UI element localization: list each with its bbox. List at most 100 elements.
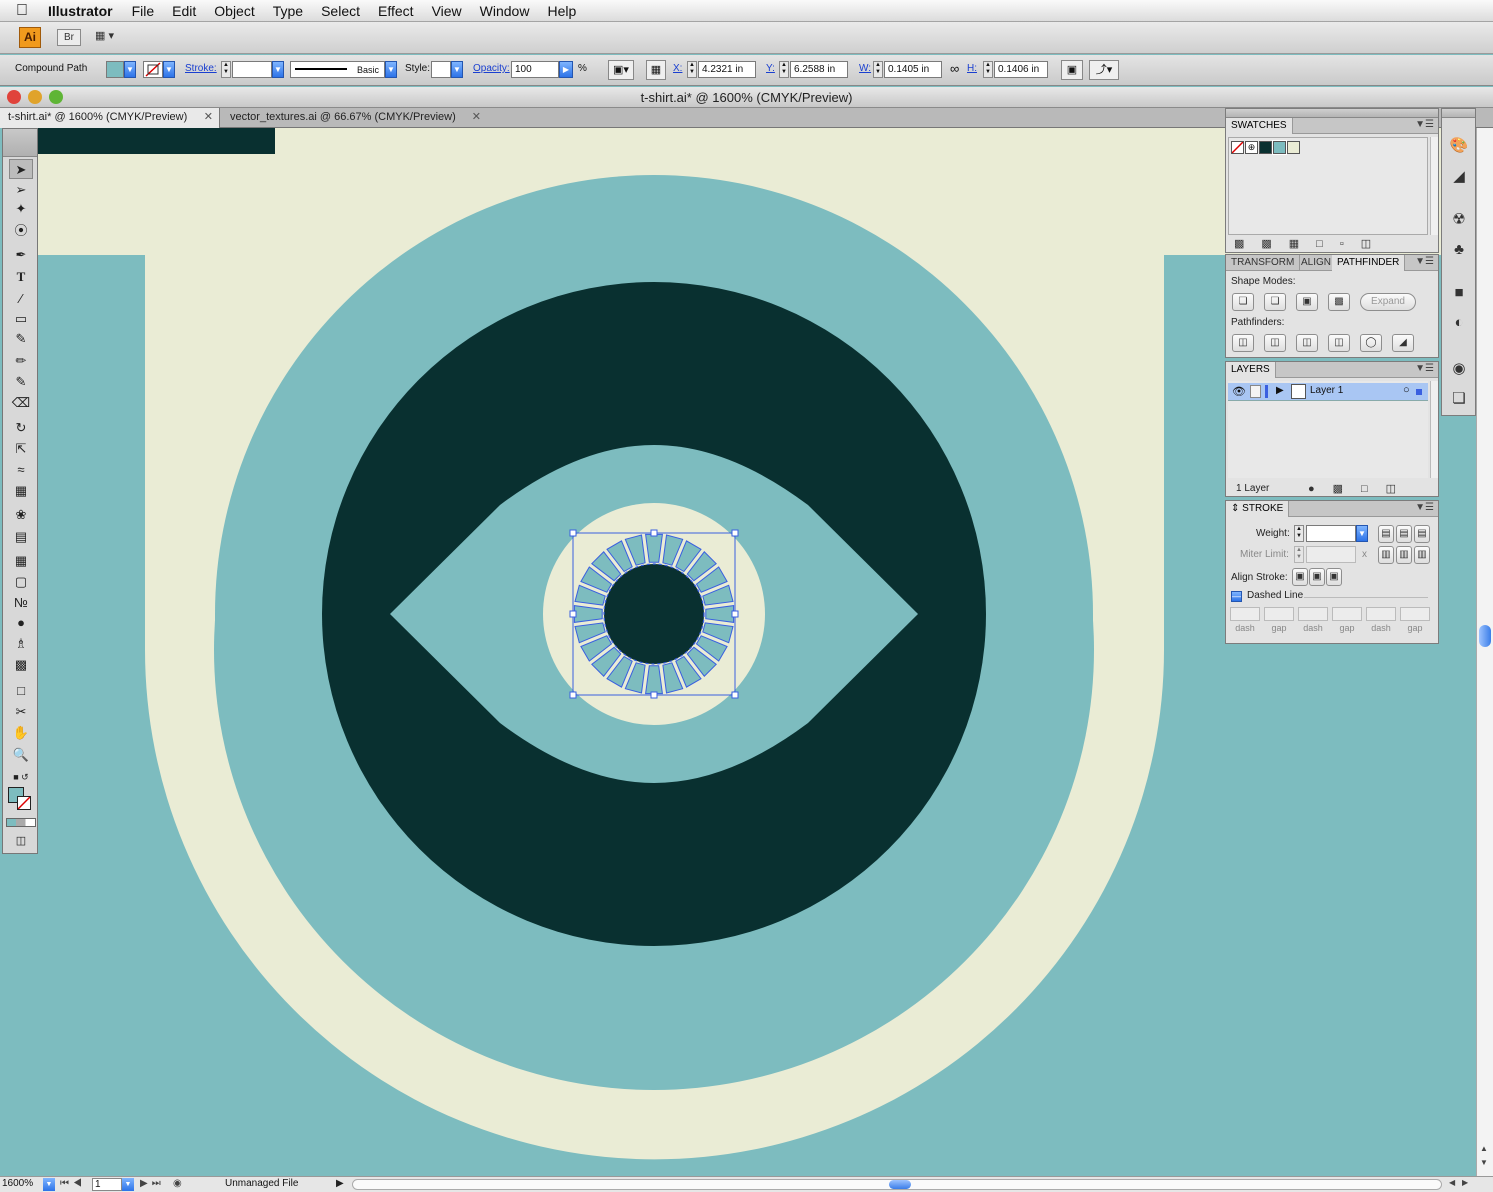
brush-definition-field[interactable]: Basic <box>290 61 385 78</box>
stroke-weight-field[interactable] <box>232 61 272 78</box>
align-outside-icon[interactable]: ▣ <box>1326 568 1342 586</box>
tools-panel-header[interactable] <box>3 129 37 157</box>
transparency-icon[interactable]: ◐ <box>1449 313 1469 333</box>
tab-pathfinder[interactable]: PATHFINDER <box>1332 255 1406 271</box>
lock-toggle-icon[interactable] <box>1250 385 1261 398</box>
divide-icon[interactable]: ◫ <box>1232 334 1254 352</box>
selection-indicator-icon[interactable] <box>1416 389 1422 395</box>
panel-menu-icon[interactable]: ▼☰ <box>1415 502 1434 513</box>
weight-field[interactable] <box>1306 525 1356 542</box>
y-stepper[interactable]: ▲ ▼ <box>779 61 789 78</box>
stroke-dropdown-icon[interactable]: ▼ <box>163 61 175 78</box>
dash-field[interactable] <box>1366 607 1396 621</box>
warp-tool-icon[interactable]: ≈ <box>9 460 33 480</box>
rectangle-tool-icon[interactable]: ▭ <box>9 309 33 329</box>
magic-wand-tool-icon[interactable]: ✦ <box>9 199 33 219</box>
expand-button[interactable]: Expand <box>1360 293 1416 311</box>
rotate-tool-icon[interactable]: ↻ <box>9 418 33 438</box>
apple-icon[interactable]:  <box>0 2 44 20</box>
artboard-dropdown-icon[interactable]: ▼ <box>122 1178 134 1191</box>
line-tool-icon[interactable]: ∕ <box>9 289 33 309</box>
selection-tool-icon[interactable]: ➤ <box>9 159 33 179</box>
stroke-weight-stepper[interactable]: ▲ ▼ <box>221 61 231 78</box>
miter-join-icon[interactable]: ▥ <box>1378 546 1394 564</box>
fill-color-swatch[interactable] <box>106 61 124 78</box>
h-link[interactable]: H: <box>967 63 977 74</box>
scale-tool-icon[interactable]: ⇱ <box>9 439 33 459</box>
dark-top-bar[interactable] <box>38 128 275 154</box>
unite-icon[interactable]: ❏ <box>1232 293 1254 311</box>
zoom-dropdown-icon[interactable]: ▼ <box>43 1178 55 1191</box>
gap-field[interactable] <box>1332 607 1362 621</box>
opacity-slider-icon[interactable]: ▶ <box>559 61 573 78</box>
column-graph-tool-icon[interactable]: ▤ <box>9 527 33 547</box>
x-stepper[interactable]: ▲ ▼ <box>687 61 697 78</box>
h-stepper[interactable]: ▲ ▼ <box>983 61 993 78</box>
menu-edit[interactable]: Edit <box>163 3 205 19</box>
menu-type[interactable]: Type <box>264 3 312 19</box>
layer-row[interactable]: 👁 ▶ Layer 1 ○ <box>1228 383 1428 401</box>
w-field[interactable]: 0.1405 in <box>884 61 942 78</box>
layers-footer-icons[interactable]: ●▩□◫ <box>1308 482 1414 495</box>
horizontal-scroll-thumb[interactable] <box>889 1180 911 1189</box>
symbols-icon[interactable]: ♣ <box>1449 240 1469 260</box>
minus-front-icon[interactable]: ❏ <box>1264 293 1286 311</box>
exclude-icon[interactable]: ▩ <box>1328 293 1350 311</box>
brushes-icon[interactable]: ☢ <box>1449 210 1469 230</box>
pen-tool-icon[interactable]: ✒ <box>9 245 33 265</box>
eye-visibility-icon[interactable]: 👁 <box>1232 385 1246 398</box>
swatches-scrollbar[interactable] <box>1430 137 1438 235</box>
trim-icon[interactable]: ◫ <box>1264 334 1286 352</box>
arrange-documents-button[interactable]: ▦ ▾ <box>95 29 129 46</box>
close-tab-icon[interactable]: ✕ <box>472 108 481 127</box>
dash-field[interactable] <box>1298 607 1328 621</box>
w-stepper[interactable]: ▲ ▼ <box>873 61 883 78</box>
intersect-icon[interactable]: ▣ <box>1296 293 1318 311</box>
scroll-down-arrow-icon[interactable]: ▼ <box>1480 1158 1488 1167</box>
dock-collapse-bar[interactable] <box>1442 109 1475 118</box>
projecting-cap-icon[interactable]: ▤ <box>1414 525 1430 543</box>
menu-file[interactable]: File <box>123 3 164 19</box>
screen-mode-icon[interactable]: ◫ <box>9 831 33 851</box>
panel-menu-icon[interactable]: ▼☰ <box>1415 256 1434 267</box>
style-dropdown-icon[interactable]: ▼ <box>451 61 463 78</box>
tab-layers[interactable]: LAYERS <box>1226 362 1276 378</box>
bevel-join-icon[interactable]: ▥ <box>1414 546 1430 564</box>
panel-menu-icon[interactable]: ▼☰ <box>1415 119 1434 130</box>
zoom-tool-icon[interactable]: 🔍 <box>9 745 33 765</box>
appearance-icon[interactable]: ◉ <box>1449 359 1469 379</box>
menu-select[interactable]: Select <box>312 3 369 19</box>
pencil-tool-icon[interactable]: ✏ <box>9 351 33 371</box>
gradient-icon[interactable]: ■ <box>1449 283 1469 303</box>
lasso-tool-icon[interactable]: ⦿ <box>9 221 33 241</box>
y-field[interactable]: 6.2588 in <box>790 61 848 78</box>
tab-swatches[interactable]: SWATCHES <box>1226 118 1293 134</box>
isolate-group-icon[interactable]: ▣ <box>1061 60 1083 80</box>
select-similar-icon[interactable]: ⤴▾ <box>1089 60 1119 80</box>
slice-tool-icon[interactable]: ✂ <box>9 702 33 722</box>
type-tool-icon[interactable]: T <box>9 267 33 287</box>
free-transform-tool-icon[interactable]: ▦ <box>9 481 33 501</box>
round-join-icon[interactable]: ▥ <box>1396 546 1412 564</box>
weight-stepper[interactable]: ▲ ▼ <box>1294 525 1304 542</box>
align-inside-icon[interactable]: ▣ <box>1309 568 1325 586</box>
menu-effect[interactable]: Effect <box>369 3 423 19</box>
live-paint-selection-tool-icon[interactable]: ▩ <box>9 655 33 675</box>
app-name-menu[interactable]: Illustrator <box>44 3 123 19</box>
stroke-color-swatch[interactable] <box>143 61 163 78</box>
fill-dropdown-icon[interactable]: ▼ <box>124 61 136 78</box>
scroll-up-arrow-icon[interactable]: ▲ <box>1480 1144 1488 1153</box>
graphic-style-swatch[interactable] <box>431 61 451 78</box>
constrain-link-icon[interactable]: ∞ <box>950 61 959 76</box>
paintbrush-tool-icon[interactable]: ✎ <box>9 329 33 349</box>
blend-tool-icon[interactable]: ● <box>9 613 33 633</box>
next-last-artboard-icons[interactable]: ▶⏭ <box>140 1178 165 1189</box>
x-link[interactable]: X: <box>673 63 682 74</box>
hand-tool-icon[interactable]: ✋ <box>9 723 33 743</box>
swatch-dark-teal[interactable] <box>1259 141 1272 154</box>
horizontal-scrollbar[interactable] <box>352 1179 1442 1190</box>
transform-grid-icon[interactable]: ▦ <box>646 60 666 80</box>
stroke-color-icon[interactable] <box>17 796 31 810</box>
swatch-teal[interactable] <box>1272 140 1287 155</box>
menu-object[interactable]: Object <box>205 3 263 19</box>
